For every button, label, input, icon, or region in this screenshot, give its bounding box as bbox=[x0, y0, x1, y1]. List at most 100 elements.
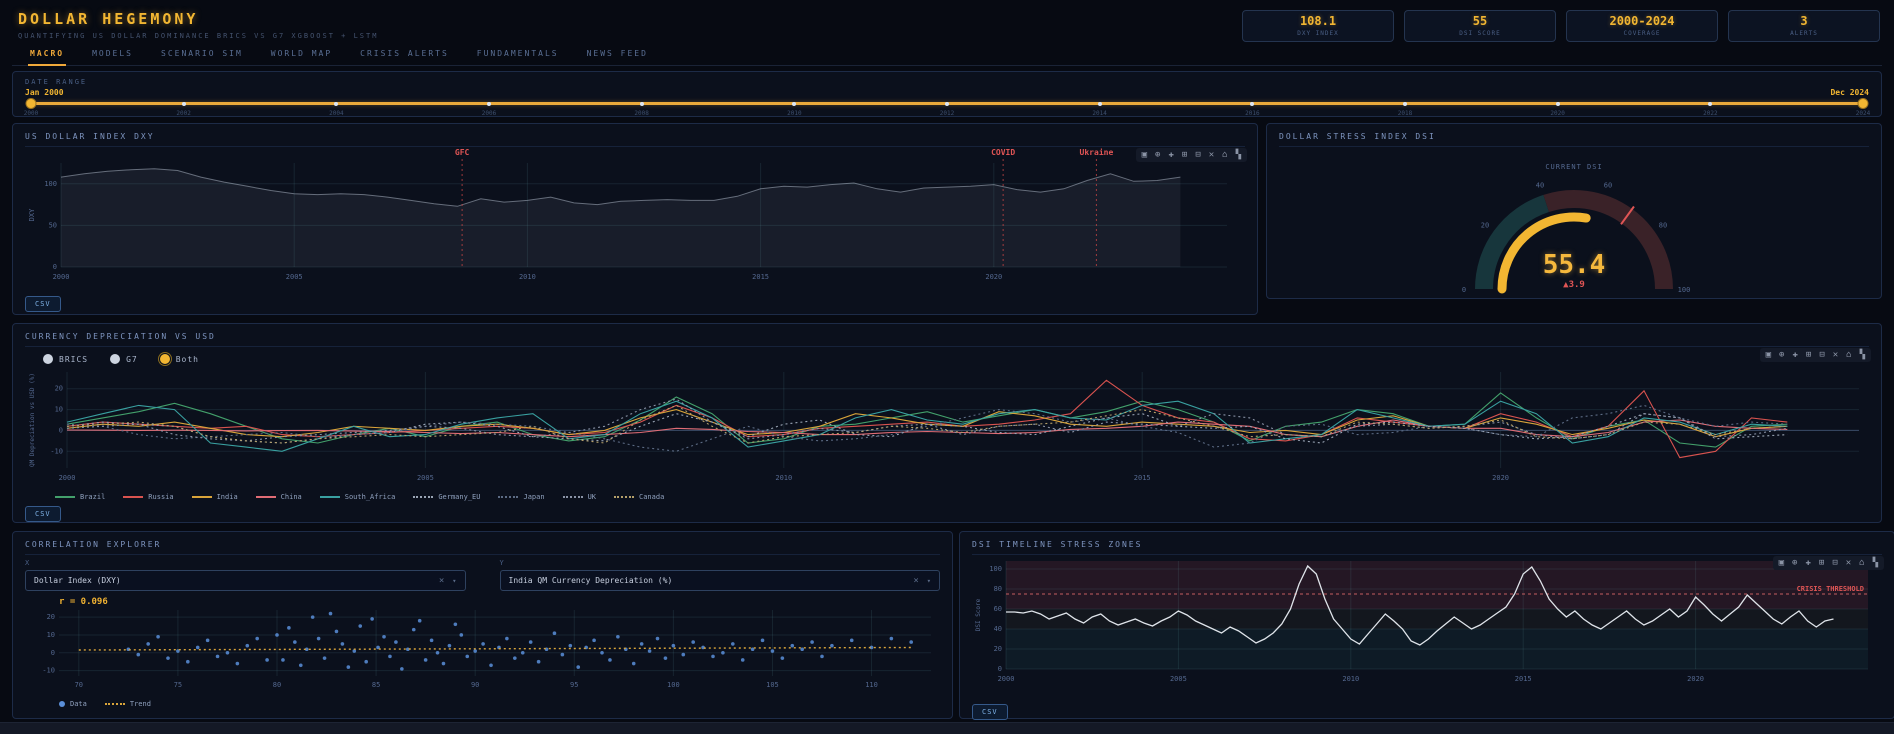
header-titles: DOLLAR HEGEMONY QUANTIFYING US DOLLAR DO… bbox=[18, 10, 378, 40]
slider-tick-dot bbox=[1250, 102, 1254, 106]
radio-circle-icon[interactable] bbox=[110, 354, 120, 364]
camera-icon[interactable]: ▣ bbox=[1776, 557, 1787, 569]
svg-text:110: 110 bbox=[865, 681, 878, 689]
legend-line-icon bbox=[413, 496, 433, 498]
tab-macro[interactable]: MACRO bbox=[18, 44, 76, 65]
svg-text:CURRENT DSI: CURRENT DSI bbox=[1545, 163, 1602, 171]
tab-world-map[interactable]: WORLD MAP bbox=[259, 44, 344, 65]
zoom-in-icon[interactable]: ⊞ bbox=[1803, 349, 1814, 361]
zoom-icon[interactable]: ⊕ bbox=[1152, 149, 1163, 161]
stat-value: 3 bbox=[1800, 15, 1807, 28]
currency-chart[interactable]: 20002005201020152020-1001020QM Depreciat… bbox=[25, 368, 1871, 486]
currency-csv-button[interactable]: CSV bbox=[25, 506, 61, 522]
dxy-csv-button[interactable]: CSV bbox=[25, 296, 61, 312]
autoscale-icon[interactable]: ✕ bbox=[1843, 557, 1854, 569]
autoscale-icon[interactable]: ✕ bbox=[1830, 349, 1841, 361]
zoom-out-icon[interactable]: ⊟ bbox=[1829, 557, 1840, 569]
legend-item-data[interactable]: Data bbox=[59, 700, 87, 708]
pan-icon[interactable]: ✚ bbox=[1165, 149, 1176, 161]
svg-text:105: 105 bbox=[766, 681, 779, 689]
zoom-icon[interactable]: ⊕ bbox=[1789, 557, 1800, 569]
scatter-chart[interactable]: 707580859095100105110-1001020 bbox=[25, 607, 941, 693]
legend-item[interactable]: Canada bbox=[614, 493, 664, 501]
legend-item[interactable]: Russia bbox=[123, 493, 173, 501]
date-range-start: Jan 2000 bbox=[25, 88, 64, 97]
tab-fundamentals[interactable]: FUNDAMENTALS bbox=[465, 44, 571, 65]
chevron-down-icon[interactable]: ▾ bbox=[452, 577, 456, 585]
radio-circle-icon[interactable] bbox=[43, 354, 53, 364]
logo-icon[interactable]: ▚ bbox=[1233, 149, 1244, 161]
radio-g7[interactable]: G7 bbox=[110, 354, 138, 364]
y-variable-dropdown[interactable]: India QM Currency Depreciation (%) × ▾ bbox=[500, 570, 941, 591]
pan-icon[interactable]: ✚ bbox=[1802, 557, 1813, 569]
svg-text:2005: 2005 bbox=[286, 273, 303, 281]
svg-text:2020: 2020 bbox=[1687, 675, 1704, 683]
stat-card-coverage: 2000-2024 COVERAGE bbox=[1566, 10, 1718, 42]
zoom-icon[interactable]: ⊕ bbox=[1776, 349, 1787, 361]
pan-icon[interactable]: ✚ bbox=[1789, 349, 1800, 361]
correlation-panel: CORRELATION EXPLORER X Dollar Index (DXY… bbox=[12, 531, 953, 719]
svg-text:2005: 2005 bbox=[1170, 675, 1187, 683]
legend-item[interactable]: South_Africa bbox=[320, 493, 396, 501]
date-range-slider[interactable] bbox=[31, 98, 1863, 110]
dsi-csv-button[interactable]: CSV bbox=[972, 704, 1008, 720]
svg-text:50: 50 bbox=[49, 221, 57, 229]
dxy-chart[interactable]: 20002005201020152020050100GFCCOVIDUkrain… bbox=[25, 147, 1241, 287]
svg-text:80: 80 bbox=[1659, 221, 1667, 229]
correlation-panel-title: CORRELATION EXPLORER bbox=[25, 538, 940, 555]
tab-crisis-alerts[interactable]: CRISIS ALERTS bbox=[348, 44, 461, 65]
date-range-panel: DATE RANGE Jan 2000 Dec 2024 20002002200… bbox=[12, 71, 1882, 117]
reset-icon[interactable]: ⌂ bbox=[1843, 349, 1854, 361]
zoom-in-icon[interactable]: ⊞ bbox=[1179, 149, 1190, 161]
reset-icon[interactable]: ⌂ bbox=[1856, 557, 1867, 569]
clear-icon[interactable]: × bbox=[913, 576, 918, 586]
logo-icon[interactable]: ▚ bbox=[1870, 557, 1881, 569]
legend-line-icon bbox=[123, 496, 143, 498]
svg-text:100: 100 bbox=[667, 681, 680, 689]
svg-text:Ukraine: Ukraine bbox=[1080, 147, 1114, 157]
app-subtitle: QUANTIFYING US DOLLAR DOMINANCE BRICS VS… bbox=[18, 32, 378, 40]
svg-text:60: 60 bbox=[1604, 181, 1612, 189]
radio-label: G7 bbox=[126, 355, 138, 364]
camera-icon[interactable]: ▣ bbox=[1763, 349, 1774, 361]
legend-item[interactable]: Japan bbox=[498, 493, 544, 501]
svg-text:DXY: DXY bbox=[28, 208, 36, 221]
slider-handle-start[interactable] bbox=[26, 98, 37, 109]
svg-text:2000: 2000 bbox=[59, 474, 76, 482]
slider-handle-end[interactable] bbox=[1858, 98, 1869, 109]
tab-models[interactable]: MODELS bbox=[80, 44, 145, 65]
slider-year-label: 2018 bbox=[1398, 110, 1412, 117]
reset-icon[interactable]: ⌂ bbox=[1219, 149, 1230, 161]
autoscale-icon[interactable]: ✕ bbox=[1206, 149, 1217, 161]
legend-item-trend[interactable]: Trend bbox=[105, 700, 151, 708]
legend-item[interactable]: India bbox=[192, 493, 238, 501]
zoom-out-icon[interactable]: ⊟ bbox=[1816, 349, 1827, 361]
legend-item[interactable]: UK bbox=[563, 493, 596, 501]
dsi-timeline-panel: DSI TIMELINE STRESS ZONES ▣⊕✚⊞⊟✕⌂▚ 20002… bbox=[959, 531, 1894, 719]
svg-text:2020: 2020 bbox=[1492, 474, 1509, 482]
radio-brics[interactable]: BRICS bbox=[43, 354, 88, 364]
zoom-out-icon[interactable]: ⊟ bbox=[1192, 149, 1203, 161]
legend-item[interactable]: Germany_EU bbox=[413, 493, 480, 501]
legend-item[interactable]: China bbox=[256, 493, 302, 501]
clear-icon[interactable]: × bbox=[439, 576, 444, 586]
dsi-timeline-chart[interactable]: 20002005201020152020020406080100CRISIS T… bbox=[972, 555, 1882, 695]
slider-tick-dot bbox=[1098, 102, 1102, 106]
camera-icon[interactable]: ▣ bbox=[1139, 149, 1150, 161]
radio-both[interactable]: Both bbox=[160, 354, 199, 364]
legend-item[interactable]: Brazil bbox=[55, 493, 105, 501]
tab-news-feed[interactable]: NEWS FEED bbox=[575, 44, 660, 65]
svg-text:2020: 2020 bbox=[985, 273, 1002, 281]
dxy-panel: US DOLLAR INDEX DXY ▣⊕✚⊞⊟✕⌂▚ 20002005201… bbox=[12, 123, 1258, 315]
svg-text:0: 0 bbox=[998, 665, 1002, 673]
logo-icon[interactable]: ▚ bbox=[1857, 349, 1868, 361]
slider-year-label: 2016 bbox=[1245, 110, 1259, 117]
slider-tick-dot bbox=[487, 102, 491, 106]
radio-circle-selected-icon[interactable] bbox=[160, 354, 170, 364]
currency-panel-title: CURRENCY DEPRECIATION VS USD bbox=[25, 330, 1869, 347]
x-variable-dropdown[interactable]: Dollar Index (DXY) × ▾ bbox=[25, 570, 466, 591]
chevron-down-icon[interactable]: ▾ bbox=[927, 577, 931, 585]
svg-text:▲3.9: ▲3.9 bbox=[1563, 280, 1585, 290]
zoom-in-icon[interactable]: ⊞ bbox=[1816, 557, 1827, 569]
tab-scenario-sim[interactable]: SCENARIO SIM bbox=[149, 44, 255, 65]
